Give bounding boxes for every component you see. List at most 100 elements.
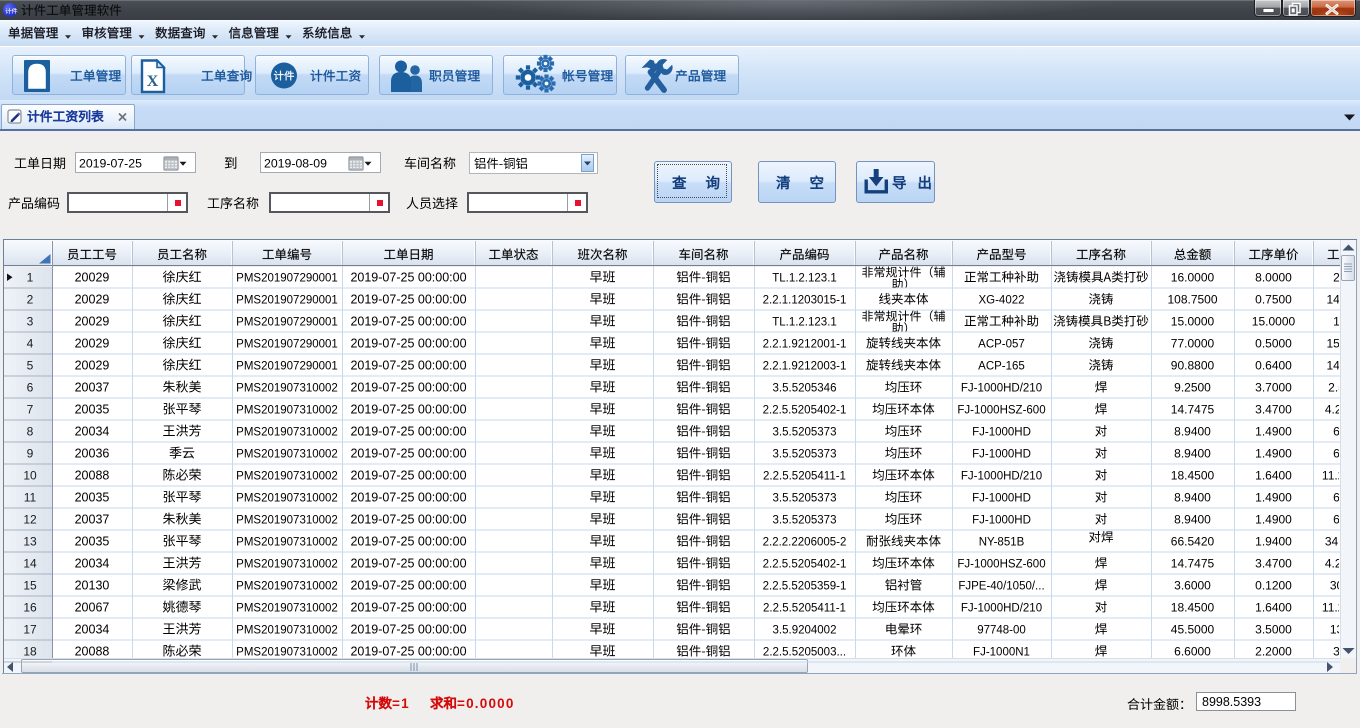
svg-text:2019-07-25: 2019-07-25 — [79, 157, 142, 171]
svg-text:14.7475: 14.7475 — [1171, 403, 1215, 417]
svg-text:20034: 20034 — [75, 623, 110, 637]
svg-text:13: 13 — [23, 535, 37, 549]
svg-text:PMS201907310002: PMS201907310002 — [236, 647, 338, 659]
svg-text:2.2.5.5205402-1: 2.2.5.5205402-1 — [763, 405, 847, 417]
svg-text:20035: 20035 — [75, 535, 110, 549]
svg-text:11.25: 11.25 — [1322, 469, 1351, 483]
svg-text:8.0000: 8.0000 — [1255, 271, 1292, 285]
svg-text:8.9400: 8.9400 — [1174, 491, 1211, 505]
svg-text:20037: 20037 — [75, 381, 110, 395]
svg-text:2019-07-25 00:00:00: 2019-07-25 00:00:00 — [350, 293, 466, 307]
svg-text:8998.5393: 8998.5393 — [1202, 695, 1261, 709]
svg-text:PMS201907290001: PMS201907290001 — [236, 295, 338, 307]
svg-text:1: 1 — [27, 271, 34, 285]
svg-text:3.5000: 3.5000 — [1255, 623, 1292, 637]
svg-text:PMS201907310002: PMS201907310002 — [236, 383, 338, 395]
svg-text:2.2.5.5205003...: 2.2.5.5205003... — [763, 647, 846, 659]
svg-text:2019-07-25 00:00:00: 2019-07-25 00:00:00 — [350, 271, 466, 285]
svg-text:20029: 20029 — [75, 359, 110, 373]
svg-text:1.4900: 1.4900 — [1255, 447, 1292, 461]
svg-text:97748-00: 97748-00 — [977, 625, 1026, 637]
svg-text:2019-07-25 00:00:00: 2019-07-25 00:00:00 — [350, 447, 466, 461]
svg-text:FJ-1000N1: FJ-1000N1 — [973, 647, 1030, 659]
svg-text:PMS201907310002: PMS201907310002 — [236, 603, 338, 615]
svg-text:14.7475: 14.7475 — [1171, 557, 1215, 571]
svg-text:PMS201907310002: PMS201907310002 — [236, 559, 338, 571]
svg-text:XG-4022: XG-4022 — [978, 295, 1024, 307]
svg-text:FJPE-40/1050/...: FJPE-40/1050/... — [958, 581, 1044, 593]
svg-text:3.5.5205373: 3.5.5205373 — [773, 449, 837, 461]
svg-text:3.5.5205373: 3.5.5205373 — [773, 493, 837, 505]
svg-text:20130: 20130 — [75, 579, 110, 593]
svg-text:20036: 20036 — [75, 447, 110, 461]
svg-text:15.0000: 15.0000 — [1171, 315, 1215, 329]
svg-text:2019-07-25 00:00:00: 2019-07-25 00:00:00 — [350, 557, 466, 571]
svg-text:ACP-165: ACP-165 — [978, 361, 1025, 373]
svg-text:PMS201907290001: PMS201907290001 — [236, 361, 338, 373]
svg-text:1.4900: 1.4900 — [1255, 425, 1292, 439]
svg-text:2019-07-25 00:00:00: 2019-07-25 00:00:00 — [350, 645, 466, 659]
svg-text:20088: 20088 — [75, 645, 110, 659]
svg-text:0.6400: 0.6400 — [1255, 359, 1292, 373]
svg-text:TL.1.2.123.1: TL.1.2.123.1 — [772, 273, 837, 285]
svg-text:7: 7 — [27, 403, 34, 417]
svg-text:2019-07-25 00:00:00: 2019-07-25 00:00:00 — [350, 359, 466, 373]
svg-text:20067: 20067 — [75, 601, 110, 615]
svg-text:ACP-057: ACP-057 — [978, 339, 1025, 351]
svg-text:2.2.5.5205402-1: 2.2.5.5205402-1 — [763, 559, 847, 571]
svg-text:FJ-1000HD: FJ-1000HD — [972, 493, 1031, 505]
svg-text:3: 3 — [27, 315, 34, 329]
svg-text:4.25: 4.25 — [1325, 403, 1349, 417]
svg-text:1.6400: 1.6400 — [1255, 469, 1292, 483]
svg-text:2019-07-25 00:00:00: 2019-07-25 00:00:00 — [350, 469, 466, 483]
svg-text:TL.1.2.123.1: TL.1.2.123.1 — [772, 317, 837, 329]
svg-text:PMS201907290001: PMS201907290001 — [236, 317, 338, 329]
svg-text:66.5420: 66.5420 — [1171, 535, 1215, 549]
svg-text:90.8800: 90.8800 — [1171, 359, 1215, 373]
svg-text:11.25: 11.25 — [1322, 601, 1351, 615]
svg-text:2019-08-09: 2019-08-09 — [264, 157, 327, 171]
svg-text:15.0000: 15.0000 — [1252, 315, 1296, 329]
svg-text:2019-07-25 00:00:00: 2019-07-25 00:00:00 — [350, 403, 466, 417]
svg-text:1: 1 — [1333, 315, 1340, 329]
svg-text:PMS201907290001: PMS201907290001 — [236, 273, 338, 285]
svg-text:142: 142 — [1326, 359, 1346, 373]
svg-text:3.5.5205373: 3.5.5205373 — [773, 427, 837, 439]
svg-text:154: 154 — [1326, 337, 1346, 351]
svg-text:1.4900: 1.4900 — [1255, 491, 1292, 505]
svg-text:0.7500: 0.7500 — [1255, 293, 1292, 307]
svg-text:20035: 20035 — [75, 491, 110, 505]
svg-text:77.0000: 77.0000 — [1171, 337, 1215, 351]
svg-text:108.7500: 108.7500 — [1167, 293, 1217, 307]
svg-text:16.0000: 16.0000 — [1171, 271, 1215, 285]
svg-text:9: 9 — [27, 447, 34, 461]
svg-text:3.6000: 3.6000 — [1174, 579, 1211, 593]
svg-text:13: 13 — [1330, 623, 1344, 637]
svg-text:6: 6 — [1333, 513, 1340, 527]
svg-text:2019-07-25 00:00:00: 2019-07-25 00:00:00 — [350, 337, 466, 351]
svg-text:3: 3 — [1333, 645, 1340, 659]
svg-text:FJ-1000HD: FJ-1000HD — [972, 515, 1031, 527]
svg-text:X: X — [147, 73, 159, 90]
svg-text:2: 2 — [27, 293, 34, 307]
svg-text:2019-07-25 00:00:00: 2019-07-25 00:00:00 — [350, 315, 466, 329]
svg-text:3.4700: 3.4700 — [1255, 403, 1292, 417]
svg-text:2.2.2.2206005-2: 2.2.2.2206005-2 — [763, 537, 847, 549]
svg-text:20088: 20088 — [75, 469, 110, 483]
svg-text:2.2.1.9212003-1: 2.2.1.9212003-1 — [763, 361, 847, 373]
svg-text:2019-07-25 00:00:00: 2019-07-25 00:00:00 — [350, 381, 466, 395]
svg-text:2019-07-25 00:00:00: 2019-07-25 00:00:00 — [350, 425, 466, 439]
svg-text:20029: 20029 — [75, 271, 110, 285]
svg-text:6: 6 — [1333, 447, 1340, 461]
svg-text:1.6400: 1.6400 — [1255, 601, 1292, 615]
svg-text:17: 17 — [23, 623, 37, 637]
svg-text:2.2.5.5205411-1: 2.2.5.5205411-1 — [763, 471, 846, 483]
svg-text:PMS201907310002: PMS201907310002 — [236, 471, 338, 483]
svg-text:FJ-1000HD/210: FJ-1000HD/210 — [961, 471, 1042, 483]
svg-text:18.4500: 18.4500 — [1171, 469, 1215, 483]
svg-text:2019-07-25 00:00:00: 2019-07-25 00:00:00 — [350, 579, 466, 593]
svg-text:16: 16 — [23, 601, 37, 615]
svg-text:1.4900: 1.4900 — [1255, 513, 1292, 527]
svg-text:8.9400: 8.9400 — [1174, 425, 1211, 439]
svg-text:145: 145 — [1326, 293, 1346, 307]
